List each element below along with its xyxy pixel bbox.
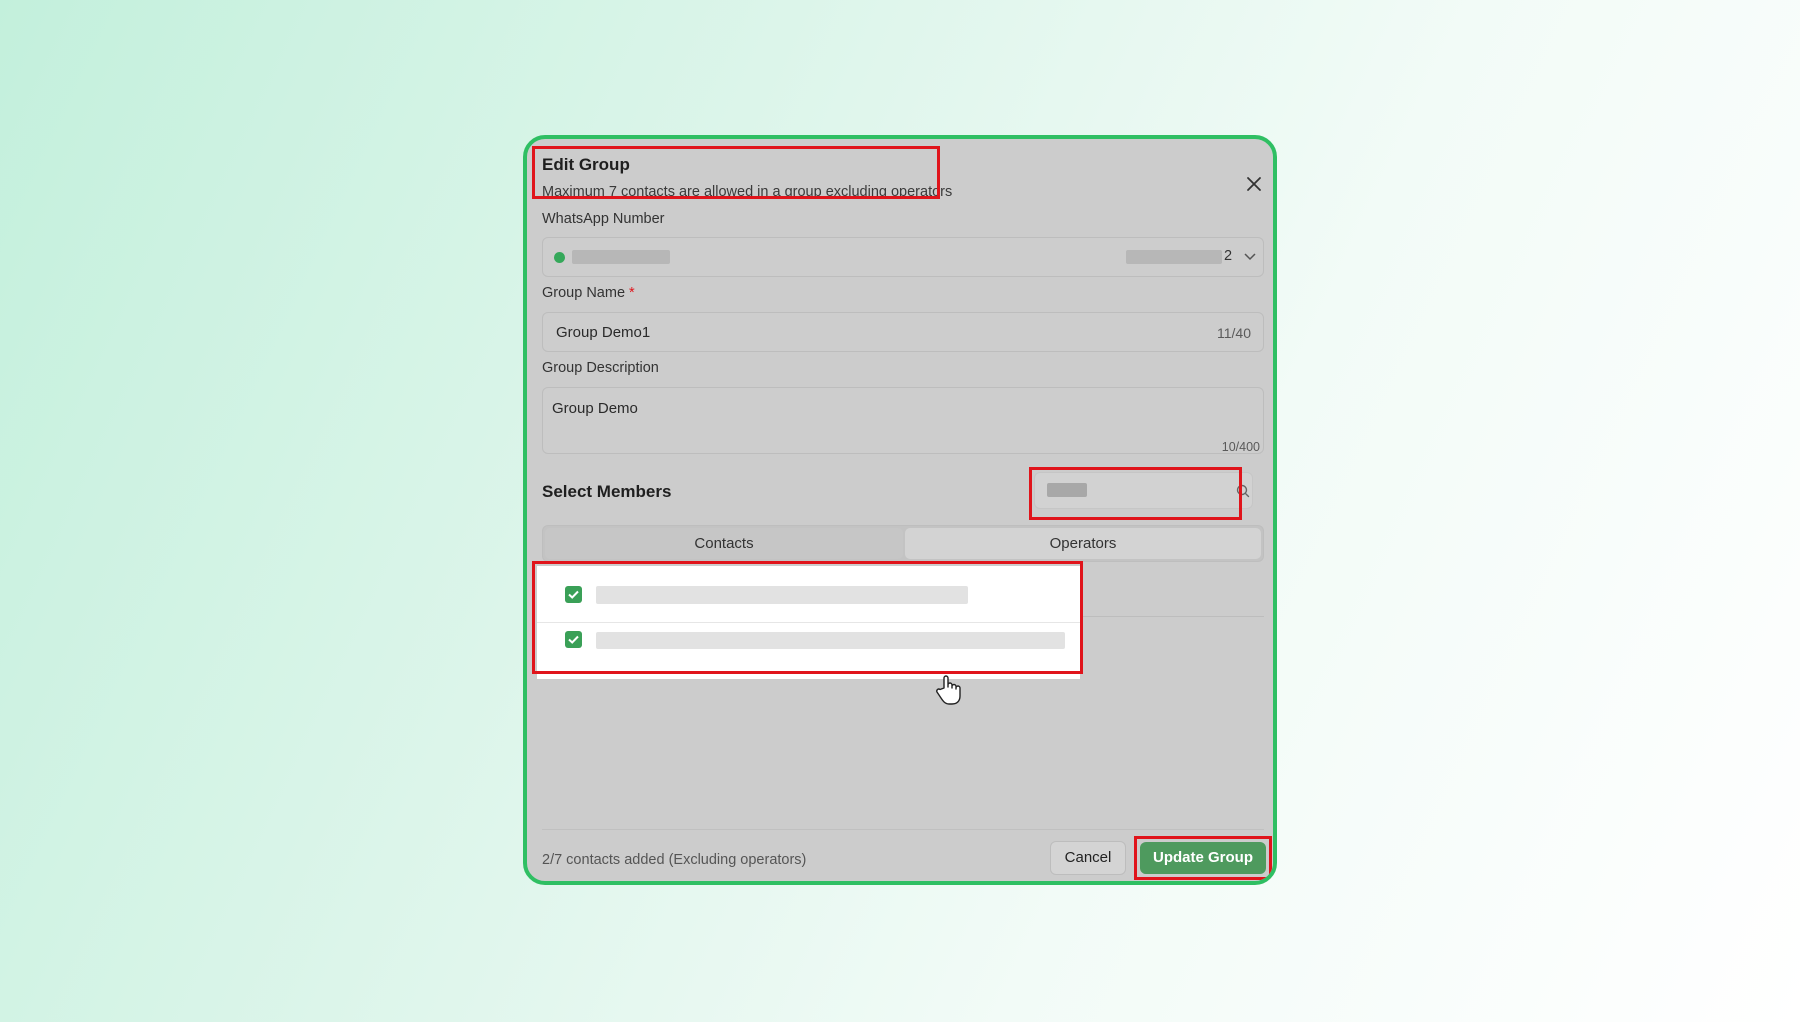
select-members-title: Select Members bbox=[542, 482, 672, 501]
list-item[interactable] bbox=[537, 566, 1080, 623]
group-name-value: Group Demo1 bbox=[556, 324, 651, 341]
selected-number-suffix: 2 bbox=[1224, 248, 1233, 264]
group-name-label: Group Name * bbox=[542, 285, 635, 301]
update-group-button[interactable]: Update Group bbox=[1140, 842, 1266, 874]
list-item[interactable] bbox=[537, 623, 1080, 679]
edit-group-dialog: Edit Group Maximum 7 contacts are allowe… bbox=[523, 135, 1277, 885]
member-search-input[interactable] bbox=[1034, 472, 1253, 509]
group-description-value: Group Demo bbox=[552, 400, 638, 417]
whatsapp-number-label: WhatsApp Number bbox=[542, 211, 665, 227]
tab-operators[interactable]: Operators bbox=[905, 528, 1261, 559]
hand-cursor-icon bbox=[936, 675, 961, 705]
group-description-counter: 10/400 bbox=[1221, 440, 1260, 454]
dialog-title: Edit Group bbox=[542, 155, 630, 174]
whatsapp-number-select[interactable]: 2 bbox=[542, 237, 1264, 277]
dialog-subtitle: Maximum 7 contacts are allowed in a grou… bbox=[542, 184, 953, 200]
member-tabs: Contacts Operators bbox=[542, 525, 1264, 562]
group-name-input[interactable]: Group Demo1 11/40 bbox=[542, 312, 1264, 352]
group-description-textarea[interactable]: Group Demo 10/400 bbox=[542, 387, 1264, 454]
group-description-label: Group Description bbox=[542, 360, 659, 376]
members-list bbox=[537, 566, 1080, 679]
group-name-counter: 11/40 bbox=[1217, 325, 1251, 341]
search-icon bbox=[1236, 484, 1250, 498]
member-name-redacted bbox=[596, 632, 1065, 649]
group-name-label-text: Group Name bbox=[542, 285, 626, 301]
cancel-button[interactable]: Cancel bbox=[1050, 841, 1126, 875]
tab-contacts[interactable]: Contacts bbox=[545, 528, 903, 559]
selected-number-redacted bbox=[1126, 250, 1222, 264]
contacts-added-status: 2/7 contacts added (Excluding operators) bbox=[542, 852, 807, 868]
check-icon bbox=[568, 635, 579, 644]
whatsapp-icon bbox=[554, 252, 565, 263]
member-name-redacted bbox=[596, 586, 968, 604]
footer-divider bbox=[542, 829, 1264, 830]
member-checkbox[interactable] bbox=[565, 631, 582, 648]
required-mark: * bbox=[629, 285, 635, 301]
whatsapp-number-redacted bbox=[572, 250, 670, 264]
check-icon bbox=[568, 590, 579, 599]
close-icon[interactable] bbox=[1243, 173, 1265, 195]
member-checkbox[interactable] bbox=[565, 586, 582, 603]
chevron-down-icon bbox=[1244, 253, 1256, 261]
search-placeholder-redacted bbox=[1047, 483, 1087, 497]
